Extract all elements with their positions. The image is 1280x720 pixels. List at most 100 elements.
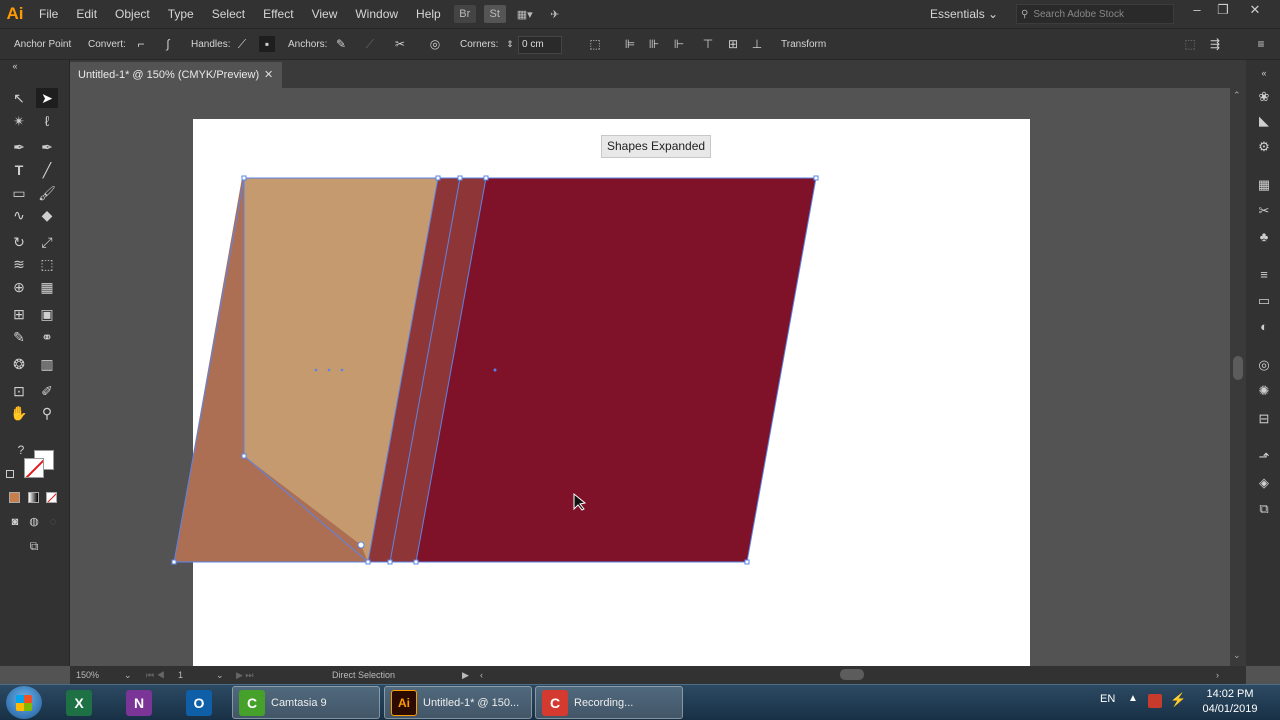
restore-button[interactable]: ❐ bbox=[1208, 0, 1238, 22]
align-top-icon[interactable]: ⊤ bbox=[700, 36, 716, 52]
menu-window[interactable]: Window bbox=[346, 0, 407, 28]
hand-tool-icon[interactable]: ✋ bbox=[8, 403, 30, 423]
menu-help[interactable]: Help bbox=[407, 0, 450, 28]
gradient-tool-icon[interactable]: ▣ bbox=[36, 304, 58, 324]
zoom-level-select[interactable]: 150% ⌄ bbox=[74, 667, 134, 683]
cut-path-icon[interactable]: ✂ bbox=[392, 36, 408, 52]
transparency-icon[interactable]: ◐ bbox=[1254, 318, 1274, 336]
corner-stepper-icon[interactable]: ⇕ bbox=[502, 36, 518, 52]
links-icon[interactable]: ⊟ bbox=[1254, 410, 1274, 428]
width-tool-icon[interactable]: ≋ bbox=[8, 254, 30, 274]
menu-view[interactable]: View bbox=[303, 0, 347, 28]
menu-effect[interactable]: Effect bbox=[254, 0, 302, 28]
taskbar-excel[interactable]: X bbox=[60, 686, 104, 719]
graphic-styles-icon[interactable]: ✺ bbox=[1254, 382, 1274, 400]
remove-anchor-icon[interactable]: ✎ bbox=[333, 36, 349, 52]
mesh-tool-icon[interactable]: ⊞ bbox=[8, 304, 30, 324]
curvature-tool-icon[interactable]: ✒ bbox=[36, 137, 58, 157]
screen-mode-icon[interactable]: ⧉ bbox=[23, 536, 45, 556]
artboard-next-icon[interactable]: ▶ ⏭ bbox=[236, 667, 254, 683]
column-graph-tool-icon[interactable]: ▥ bbox=[36, 354, 58, 374]
start-button[interactable] bbox=[6, 686, 42, 719]
menu-edit[interactable]: Edit bbox=[67, 0, 106, 28]
vertical-scrollbar[interactable]: ⌃ ⌄ bbox=[1230, 88, 1246, 666]
blend-tool-icon[interactable]: ⚭ bbox=[36, 327, 58, 347]
eraser-tool-icon[interactable]: ◆ bbox=[36, 205, 58, 225]
symbols-icon[interactable]: ♣ bbox=[1254, 228, 1274, 246]
color-panel-icon[interactable]: ◣ bbox=[1254, 112, 1274, 130]
draw-inside-icon[interactable]: ◌ bbox=[42, 512, 64, 532]
workspace-switcher[interactable]: Essentials ⌄ bbox=[930, 0, 998, 28]
artboards-panel-icon[interactable]: ⬏ bbox=[1254, 448, 1274, 466]
scrollbar-thumb[interactable] bbox=[1233, 356, 1243, 380]
artboard-prev-icon[interactable]: ⏮ ◀ bbox=[146, 667, 165, 683]
type-tool-icon[interactable]: T bbox=[8, 160, 30, 180]
panel-menu-icon[interactable]: ≡ bbox=[1253, 36, 1269, 52]
swatches-icon[interactable]: ▦ bbox=[1254, 176, 1274, 194]
stock-search-input[interactable]: ⚲ Search Adobe Stock bbox=[1016, 4, 1174, 24]
control-options-icon[interactable]: ⇶ bbox=[1207, 36, 1223, 52]
artboard-tool-icon[interactable]: ⊡ bbox=[8, 381, 30, 401]
zoom-tool-icon[interactable]: ⚲ bbox=[36, 403, 58, 423]
scroll-down-icon[interactable]: ⌄ bbox=[1233, 650, 1241, 661]
gradient-mode-icon[interactable] bbox=[28, 492, 39, 503]
default-fill-stroke-icon[interactable] bbox=[6, 470, 14, 478]
magic-wand-tool-icon[interactable]: ✴ bbox=[8, 111, 30, 131]
align-left-icon[interactable]: ⊫ bbox=[622, 36, 638, 52]
close-icon[interactable]: ✕ bbox=[264, 62, 273, 88]
bridge-button[interactable]: Br bbox=[453, 5, 476, 23]
network-icon[interactable]: ⚡ bbox=[1170, 692, 1186, 708]
transform-link[interactable]: Transform bbox=[781, 29, 826, 60]
show-handles-icon[interactable]: ⟋ bbox=[234, 36, 250, 52]
close-window-button[interactable]: ✕ bbox=[1240, 0, 1270, 22]
menu-select[interactable]: Select bbox=[203, 0, 254, 28]
selection-tool-icon[interactable]: ↖ bbox=[8, 88, 30, 108]
taskbar-onenote[interactable]: N bbox=[120, 686, 164, 719]
align-bottom-icon[interactable]: ⊥ bbox=[749, 36, 765, 52]
scale-tool-icon[interactable]: ⤢ bbox=[36, 232, 58, 252]
stock-button[interactable]: St bbox=[483, 5, 506, 23]
language-indicator[interactable]: EN bbox=[1100, 693, 1115, 705]
artboard-number-select[interactable]: 1 ⌄ bbox=[178, 667, 224, 683]
status-menu-icon[interactable]: ▶ bbox=[462, 667, 469, 683]
arrange-documents-icon[interactable]: ▦▾ bbox=[514, 5, 536, 23]
paintbrush-tool-icon[interactable]: 🖌 bbox=[36, 183, 58, 203]
rotate-tool-icon[interactable]: ↻ bbox=[8, 232, 30, 252]
free-transform-tool-icon[interactable]: ⬚ bbox=[36, 254, 58, 274]
align-middle-icon[interactable]: ⊞ bbox=[725, 36, 741, 52]
scroll-right-icon[interactable]: › bbox=[1216, 667, 1219, 683]
symbol-sprayer-tool-icon[interactable]: ❂ bbox=[8, 354, 30, 374]
recolor-icon[interactable]: ⬚ bbox=[587, 36, 603, 52]
taskbar-illustrator[interactable]: Ai Untitled-1* @ 150... bbox=[384, 686, 532, 719]
fill-swatch[interactable] bbox=[24, 458, 44, 478]
align-right-icon[interactable]: ⊩ bbox=[671, 36, 687, 52]
connect-anchors-icon[interactable]: ⟋ bbox=[362, 36, 378, 52]
scroll-up-icon[interactable]: ⌃ bbox=[1233, 90, 1241, 101]
convert-corner-icon[interactable]: ⌐ bbox=[133, 36, 149, 52]
libraries-icon[interactable]: ⚙ bbox=[1254, 138, 1274, 156]
stroke-panel-icon[interactable]: ≡ bbox=[1254, 266, 1274, 284]
align-center-icon[interactable]: ⊪ bbox=[646, 36, 662, 52]
eyedropper-tool-icon[interactable]: ✎ bbox=[8, 327, 30, 347]
gradient-panel-icon[interactable]: ▭ bbox=[1254, 292, 1274, 310]
line-tool-icon[interactable]: ╱ bbox=[36, 160, 58, 180]
isolate-icon[interactable]: ◎ bbox=[427, 36, 443, 52]
system-clock[interactable]: 14:02 PM 04/01/2019 bbox=[1190, 687, 1270, 717]
taskbar-recording[interactable]: C Recording... bbox=[535, 686, 683, 719]
horizontal-scroll-thumb[interactable] bbox=[840, 669, 864, 680]
menu-file[interactable]: File bbox=[30, 0, 67, 28]
document-tab[interactable]: Untitled-1* @ 150% (CMYK/Preview) ✕ bbox=[70, 62, 282, 88]
gpu-performance-icon[interactable]: ✈ bbox=[544, 5, 566, 23]
rectangle-tool-icon[interactable]: ▭ bbox=[8, 183, 30, 203]
asset-export-icon[interactable]: ⧉ bbox=[1254, 500, 1274, 518]
collapse-panel-icon[interactable]: « bbox=[4, 60, 26, 72]
taskbar-camtasia[interactable]: C Camtasia 9 bbox=[232, 686, 380, 719]
hide-handles-icon[interactable]: ▪ bbox=[259, 36, 275, 52]
perspective-grid-tool-icon[interactable]: ▦ bbox=[36, 277, 58, 297]
artwork-layer[interactable] bbox=[70, 88, 1230, 666]
corner-radius-input[interactable]: 0 cm bbox=[518, 36, 562, 54]
color-guide-icon[interactable]: ❀ bbox=[1254, 88, 1274, 106]
slice-tool-icon[interactable]: ✐ bbox=[36, 381, 58, 401]
pen-tool-icon[interactable]: ✒ bbox=[8, 137, 30, 157]
color-mode-icon[interactable] bbox=[9, 492, 20, 503]
